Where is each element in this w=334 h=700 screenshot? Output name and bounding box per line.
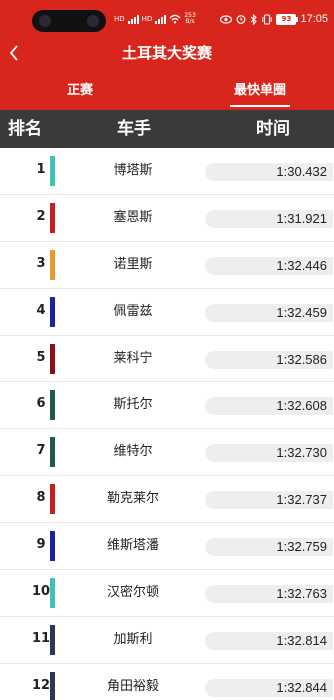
lap-time: 1:32.459 bbox=[276, 304, 327, 320]
lap-time: 1:32.730 bbox=[276, 445, 327, 461]
lap-time: 1:32.446 bbox=[276, 257, 327, 273]
driver-cell: 加斯利 bbox=[113, 631, 153, 647]
time-cell: 1:30.432 bbox=[205, 163, 333, 181]
hd-icon: HD bbox=[141, 14, 153, 23]
bluetooth-icon bbox=[251, 13, 258, 25]
driver-cell: 汉密尔顿 bbox=[106, 585, 159, 601]
time-cell: 1:32.446 bbox=[205, 256, 333, 275]
time-cell: 1:32.844 bbox=[205, 678, 333, 697]
app-header: HD HD 253 B/s 93 17:05 土耳其大奖赛 正赛 最快单圈 bbox=[0, 0, 334, 110]
camera-cutout bbox=[32, 10, 106, 32]
eye-icon bbox=[220, 14, 233, 24]
driver-cell: 勒克莱尔 bbox=[106, 491, 159, 507]
lap-time: 1:32.844 bbox=[276, 679, 327, 695]
table-row[interactable]: 3 诺里斯 1:32.446 bbox=[0, 242, 334, 289]
lap-time: 1:32.759 bbox=[276, 539, 327, 555]
screen: HD HD 253 B/s 93 17:05 土耳其大奖赛 正赛 最快单圈 排名… bbox=[0, 0, 334, 700]
table-header: 排名 车手 时间 bbox=[0, 110, 334, 148]
time-cell: 1:32.763 bbox=[205, 585, 333, 604]
tab-fastest-lap[interactable]: 最快单圈 bbox=[222, 80, 298, 107]
results-table: 1 博塔斯 1:30.432 2 塞恩斯 1:31.921 3 诺里斯 1:32.446 4 佩雷兹… bbox=[0, 148, 334, 700]
table-row[interactable]: 4 佩雷兹 1:32.459 bbox=[0, 289, 334, 336]
lap-time: 1:30.432 bbox=[276, 164, 327, 179]
team-color-bar bbox=[50, 296, 55, 327]
page-title: 土耳其大奖赛 bbox=[121, 44, 212, 62]
status-icons-right: 93 17:05 bbox=[220, 12, 328, 26]
tab-race[interactable]: 正赛 bbox=[50, 80, 110, 104]
team-color-bar bbox=[50, 390, 55, 421]
time-cell: 1:32.459 bbox=[205, 303, 333, 322]
team-color-bar bbox=[50, 202, 55, 233]
table-row[interactable]: 9 维斯塔潘 1:32.759 bbox=[0, 523, 334, 571]
wifi-icon bbox=[169, 14, 181, 24]
clock: 17:05 bbox=[300, 13, 328, 25]
team-color-bar bbox=[50, 484, 55, 515]
alarm-icon bbox=[237, 15, 246, 24]
driver-cell: 斯托尔 bbox=[113, 397, 153, 413]
table-row[interactable]: 5 莱科宁 1:32.586 bbox=[0, 336, 334, 383]
driver-cell: 角田裕毅 bbox=[106, 678, 159, 694]
driver-cell: 维斯塔潘 bbox=[106, 538, 159, 554]
time-cell: 1:32.737 bbox=[205, 491, 333, 510]
lap-time: 1:32.586 bbox=[276, 351, 327, 367]
driver-cell: 塞恩斯 bbox=[113, 209, 153, 225]
vibrate-icon bbox=[262, 13, 273, 25]
team-color-bar bbox=[50, 156, 55, 186]
column-header-time: 时间 bbox=[256, 119, 290, 139]
camera-icon bbox=[87, 15, 99, 27]
title-bar: 土耳其大奖赛 bbox=[0, 40, 334, 68]
tab-fastest-lap-label: 最快单圈 bbox=[233, 83, 286, 98]
column-header-driver: 车手 bbox=[117, 119, 151, 139]
net-speed-unit: B/s bbox=[185, 18, 195, 25]
time-cell: 1:31.921 bbox=[205, 209, 333, 228]
tab-bar: 正赛 最快单圈 bbox=[0, 80, 334, 107]
driver-cell: 莱科宁 bbox=[113, 350, 153, 366]
time-cell: 1:32.759 bbox=[205, 538, 333, 557]
team-color-bar bbox=[50, 343, 55, 374]
table-row[interactable]: 7 维特尔 1:32.730 bbox=[0, 429, 334, 477]
team-color-bar bbox=[50, 578, 55, 609]
lap-time: 1:32.737 bbox=[276, 492, 327, 508]
table-row[interactable]: 11 加斯利 1:32.814 bbox=[0, 617, 334, 664]
table-row[interactable]: 1 博塔斯 1:30.432 bbox=[0, 148, 334, 195]
table-row[interactable]: 12 角田裕毅 1:32.844 bbox=[0, 664, 334, 700]
column-header-rank: 排名 bbox=[8, 119, 42, 139]
team-color-bar bbox=[50, 624, 55, 655]
table-row[interactable]: 2 塞恩斯 1:31.921 bbox=[0, 195, 334, 242]
lap-time: 1:32.763 bbox=[276, 586, 327, 602]
signal-icon bbox=[127, 14, 139, 24]
camera-icon bbox=[39, 15, 51, 27]
lap-time: 1:32.814 bbox=[276, 632, 327, 648]
time-cell: 1:32.586 bbox=[205, 350, 333, 369]
hd-icon: HD bbox=[114, 14, 125, 23]
status-icons-left: HD HD 253 B/s bbox=[114, 12, 196, 26]
time-cell: 1:32.814 bbox=[205, 631, 333, 650]
time-cell: 1:32.608 bbox=[205, 397, 333, 416]
driver-cell: 博塔斯 bbox=[113, 163, 153, 178]
active-tab-indicator bbox=[230, 105, 290, 107]
team-color-bar bbox=[50, 249, 55, 280]
signal-icon bbox=[155, 14, 167, 24]
team-color-bar bbox=[50, 671, 55, 700]
lap-time: 1:31.921 bbox=[276, 210, 327, 226]
time-cell: 1:32.730 bbox=[205, 444, 333, 463]
table-row[interactable]: 8 勒克莱尔 1:32.737 bbox=[0, 476, 334, 524]
team-color-bar bbox=[50, 531, 55, 562]
driver-cell: 维特尔 bbox=[113, 444, 153, 460]
net-speed: 253 B/s bbox=[184, 13, 195, 25]
team-color-bar bbox=[50, 437, 55, 468]
battery-icon: 93 bbox=[276, 13, 299, 25]
table-row[interactable]: 6 斯托尔 1:32.608 bbox=[0, 382, 334, 430]
lap-time: 1:32.608 bbox=[276, 398, 327, 414]
driver-cell: 诺里斯 bbox=[113, 256, 153, 272]
driver-cell: 佩雷兹 bbox=[113, 303, 153, 319]
table-row[interactable]: 10 汉密尔顿 1:32.763 bbox=[0, 570, 334, 617]
